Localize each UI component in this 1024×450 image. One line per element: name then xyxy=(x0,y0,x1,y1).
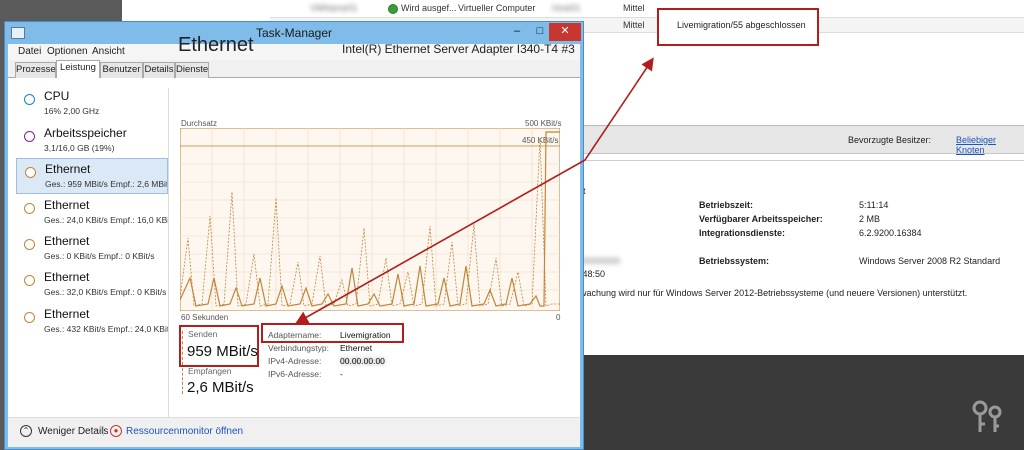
resource-monitor-link[interactable]: Ressourcenmonitor öffnen xyxy=(126,426,243,437)
menu-optionen[interactable]: Optionen xyxy=(47,46,88,57)
sidebar-item-ethernet-3[interactable]: Ethernet Ges.: 0 KBit/s Empf.: 0 KBit/s xyxy=(16,231,166,267)
info-value-ipv4-blurred: 00.00.00.00 xyxy=(340,356,385,366)
replication-note: wachung wird nur für Windows Server 2012… xyxy=(580,288,968,298)
adapter-description: Intel(R) Ethernet Server Adapter I340-T4… xyxy=(342,42,575,56)
detail-value-integration: 6.2.9200.16384 xyxy=(859,228,922,238)
title-bar[interactable]: Task-Manager – □ ✕ xyxy=(5,22,583,44)
vm-status: Wird ausgef... xyxy=(388,3,457,14)
sidebar-item-subtitle: Ges.: 959 MBit/s Empf.: 2,6 MBit/s xyxy=(45,179,167,189)
sidebar-item-title: Ethernet xyxy=(44,270,90,284)
chevron-up-icon[interactable]: ⌃ xyxy=(20,425,32,437)
sidebar-item-subtitle: Ges.: 24,0 KBit/s Empf.: 16,0 KBit/s xyxy=(44,215,168,225)
owner-bar: Bevorzugte Besitzer: Beliebiger Knoten xyxy=(578,126,1024,155)
info-key-ipv4: IPv4-Adresse: xyxy=(268,356,322,366)
sidebar-item-ethernet-4[interactable]: Ethernet Ges.: 32,0 KBit/s Empf.: 0 KBit… xyxy=(16,267,166,303)
receive-indicator xyxy=(182,368,183,394)
axis-max-label: 500 KBit/s xyxy=(525,119,562,128)
info-key-connection-type: Verbindungstyp: xyxy=(268,343,329,353)
ethernet-indicator-icon xyxy=(25,167,36,178)
owner-label: Bevorzugte Besitzer: xyxy=(848,135,932,145)
detail-blurred: 00000000 xyxy=(580,256,621,266)
detail-value-memory: 2 MB xyxy=(859,214,881,224)
sidebar-item-ethernet-5[interactable]: Ethernet Ges.: 432 KBit/s Empf.: 24,0 KB… xyxy=(16,304,168,340)
sidebar-item-subtitle: Ges.: 0 KBit/s Empf.: 0 KBit/s xyxy=(44,251,155,261)
vm-details-panel: Bevorzugte Besitzer: Beliebiger Knoten r… xyxy=(578,125,1024,355)
vm-owner-blurred: Host01 xyxy=(552,3,581,13)
sidebar-item-title: Arbeitsspeicher xyxy=(44,126,127,140)
footer-bar: ⌃ Weniger Details | ● Ressourcenmonitor … xyxy=(8,417,580,447)
sidebar-item-title: CPU xyxy=(44,89,70,103)
sidebar-item-ethernet-1[interactable]: Ethernet Ges.: 959 MBit/s Empf.: 2,6 MBi… xyxy=(16,158,168,194)
ethernet-indicator-icon xyxy=(24,275,35,286)
sidebar-item-title: Ethernet xyxy=(44,234,90,248)
sidebar-separator xyxy=(168,88,169,418)
tab-prozesse[interactable]: Prozesse xyxy=(15,62,56,78)
tab-dienste[interactable]: Dienste xyxy=(175,62,209,78)
tab-leistung[interactable]: Leistung xyxy=(56,60,100,79)
detail-value-uptime: 5:11:14 xyxy=(859,200,889,210)
sidebar-item-subtitle: Ges.: 432 KBit/s Empf.: 24,0 KBit/s xyxy=(44,324,168,334)
vm-priority: Mittel xyxy=(623,3,645,13)
receive-label: Empfangen xyxy=(188,366,232,376)
detail-key-memory: Verfügbarer Arbeitsspeicher: xyxy=(699,214,823,224)
detail-key-uptime: Betriebszeit: xyxy=(699,200,754,210)
sidebar-item-memory[interactable]: Arbeitsspeicher 3,1/16,0 GB (19%) xyxy=(16,123,166,159)
tab-details[interactable]: Details xyxy=(143,62,175,78)
ethernet-indicator-icon xyxy=(24,239,35,250)
footer-divider: | xyxy=(102,426,105,437)
owner-link[interactable]: Beliebiger Knoten xyxy=(956,135,1024,155)
sidebar-item-ethernet-2[interactable]: Ethernet Ges.: 24,0 KBit/s Empf.: 16,0 K… xyxy=(16,195,168,231)
background-bottom-panel xyxy=(578,355,1024,450)
sidebar-item-title: Ethernet xyxy=(44,307,90,321)
info-value-connection-type: Ethernet xyxy=(340,343,373,353)
resource-monitor-icon: ● xyxy=(110,425,122,437)
adaptername-highlight-box xyxy=(261,323,404,343)
vm-row-1[interactable]: VMName01 Wird ausgef... Virtueller Compu… xyxy=(270,1,1024,17)
tab-benutzer[interactable]: Benutzer xyxy=(100,62,143,78)
sidebar-item-title: Ethernet xyxy=(45,162,91,176)
detail-key-integration: Integrationsdienste: xyxy=(699,228,786,238)
sidebar-item-subtitle: 3,1/16,0 GB (19%) xyxy=(44,143,115,153)
keys-icon xyxy=(972,400,1002,432)
menu-ansicht[interactable]: Ansicht xyxy=(92,46,125,57)
sidebar-item-subtitle: Ges.: 32,0 KBit/s Empf.: 0 KBit/s xyxy=(44,287,167,297)
vm-priority-2: Mittel xyxy=(623,20,645,30)
throughput-label: Durchsatz xyxy=(181,119,218,128)
sidebar-item-subtitle: 16% 2,00 GHz xyxy=(44,106,100,116)
sidebar-item-title: Ethernet xyxy=(44,198,90,212)
cpu-indicator-icon xyxy=(24,94,35,105)
menu-datei[interactable]: Datei xyxy=(18,46,41,57)
close-button[interactable]: ✕ xyxy=(549,23,581,41)
info-key-ipv6: IPv6-Adresse: xyxy=(268,369,322,379)
axis-zero-label: 0 xyxy=(556,313,561,322)
migration-status-text: Livemigration/55 abgeschlossen xyxy=(677,20,806,30)
send-highlight-box xyxy=(179,325,259,367)
fewer-details-button[interactable]: Weniger Details xyxy=(38,426,108,437)
divider xyxy=(578,160,1024,161)
vm-type: Virtueller Computer xyxy=(458,3,536,13)
tab-bar: Prozesse Leistung Benutzer Details Diens… xyxy=(8,60,580,79)
memory-indicator-icon xyxy=(24,131,35,142)
ethernet-indicator-icon xyxy=(24,203,35,214)
detail-value-os: Windows Server 2008 R2 Standard xyxy=(859,256,1001,266)
window-title: Task-Manager xyxy=(255,26,333,40)
running-icon xyxy=(388,3,398,14)
detail-key-os: Betriebssystem: xyxy=(699,256,770,266)
ethernet-indicator-icon xyxy=(24,312,35,323)
page-title: Ethernet xyxy=(178,34,254,56)
migration-callout: Livemigration/55 abgeschlossen xyxy=(657,8,819,46)
throughput-graph: 450 KBit/s xyxy=(180,128,560,311)
sidebar-item-cpu[interactable]: CPU 16% 2,00 GHz xyxy=(16,86,166,122)
vm-name-blurred: VMName01 xyxy=(310,3,358,13)
info-value-ipv6: - xyxy=(340,369,343,379)
time-axis-label: 60 Sekunden xyxy=(181,313,229,322)
receive-value: 2,6 MBit/s xyxy=(187,379,254,396)
